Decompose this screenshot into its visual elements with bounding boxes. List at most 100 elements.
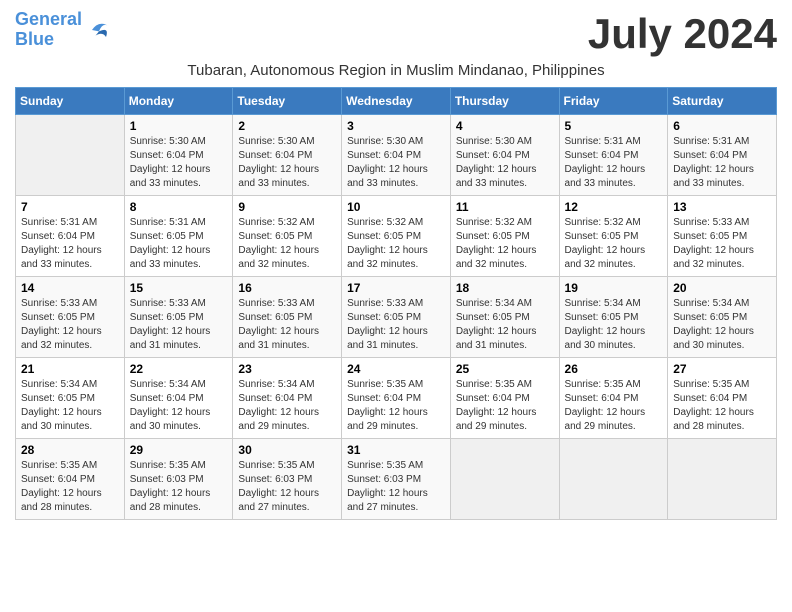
day-cell: 29 Sunrise: 5:35 AMSunset: 6:03 PMDayligh… bbox=[124, 439, 233, 520]
day-cell bbox=[450, 439, 559, 520]
day-info: Sunrise: 5:33 AMSunset: 6:05 PMDaylight:… bbox=[130, 297, 228, 353]
day-info: Sunrise: 5:35 AMSunset: 6:04 PMDaylight:… bbox=[347, 378, 445, 434]
day-cell bbox=[559, 439, 668, 520]
logo-icon bbox=[85, 16, 113, 44]
day-cell: 28 Sunrise: 5:35 AMSunset: 6:04 PMDayligh… bbox=[16, 439, 125, 520]
day-info: Sunrise: 5:34 AMSunset: 6:05 PMDaylight:… bbox=[673, 297, 771, 353]
day-info: Sunrise: 5:33 AMSunset: 6:05 PMDaylight:… bbox=[347, 297, 445, 353]
day-cell: 5Sunrise: 5:31 AMSunset: 6:04 PMDaylight… bbox=[559, 115, 668, 196]
day-number: 13 bbox=[673, 200, 771, 214]
day-cell: 6 Sunrise: 5:31 AMSunset: 6:04 PMDaylight… bbox=[668, 115, 777, 196]
day-cell: 18 Sunrise: 5:34 AMSunset: 6:05 PMDayligh… bbox=[450, 277, 559, 358]
header-cell-thursday: Thursday bbox=[450, 88, 559, 115]
day-info: Sunrise: 5:31 AMSunset: 6:04 PMDaylight:… bbox=[21, 216, 119, 272]
day-info: Sunrise: 5:33 AMSunset: 6:05 PMDaylight:… bbox=[673, 216, 771, 272]
day-info: Sunrise: 5:35 AMSunset: 6:04 PMDaylight:… bbox=[456, 378, 554, 434]
day-number: 19 bbox=[565, 281, 663, 295]
day-number: 2 bbox=[238, 119, 336, 133]
day-number: 5 bbox=[565, 119, 663, 133]
day-number: 16 bbox=[238, 281, 336, 295]
day-number: 24 bbox=[347, 362, 445, 376]
header-cell-wednesday: Wednesday bbox=[342, 88, 451, 115]
day-number: 14 bbox=[21, 281, 119, 295]
day-number: 29 bbox=[130, 443, 228, 457]
header-cell-tuesday: Tuesday bbox=[233, 88, 342, 115]
week-row-2: 7 Sunrise: 5:31 AMSunset: 6:04 PMDaylight… bbox=[16, 196, 777, 277]
day-cell: 12 Sunrise: 5:32 AMSunset: 6:05 PMDayligh… bbox=[559, 196, 668, 277]
day-number: 25 bbox=[456, 362, 554, 376]
day-number: 8 bbox=[130, 200, 228, 214]
header-cell-sunday: Sunday bbox=[16, 88, 125, 115]
day-number: 7 bbox=[21, 200, 119, 214]
day-number: 10 bbox=[347, 200, 445, 214]
day-cell: 14 Sunrise: 5:33 AMSunset: 6:05 PMDayligh… bbox=[16, 277, 125, 358]
day-info: Sunrise: 5:34 AMSunset: 6:05 PMDaylight:… bbox=[565, 297, 663, 353]
day-cell: 15Sunrise: 5:33 AMSunset: 6:05 PMDayligh… bbox=[124, 277, 233, 358]
week-row-4: 21Sunrise: 5:34 AMSunset: 6:05 PMDayligh… bbox=[16, 358, 777, 439]
day-cell: 17 Sunrise: 5:33 AMSunset: 6:05 PMDayligh… bbox=[342, 277, 451, 358]
day-info: Sunrise: 5:30 AMSunset: 6:04 PMDaylight:… bbox=[130, 135, 228, 191]
day-info: Sunrise: 5:31 AMSunset: 6:04 PMDaylight:… bbox=[673, 135, 771, 191]
day-number: 12 bbox=[565, 200, 663, 214]
day-cell: 22Sunrise: 5:34 AMSunset: 6:04 PMDayligh… bbox=[124, 358, 233, 439]
location-title: Tubaran, Autonomous Region in Muslim Min… bbox=[15, 62, 777, 79]
day-cell: 19 Sunrise: 5:34 AMSunset: 6:05 PMDayligh… bbox=[559, 277, 668, 358]
calendar-body: 1Sunrise: 5:30 AMSunset: 6:04 PMDaylight… bbox=[16, 115, 777, 520]
day-number: 30 bbox=[238, 443, 336, 457]
day-cell: 13 Sunrise: 5:33 AMSunset: 6:05 PMDayligh… bbox=[668, 196, 777, 277]
day-cell: 3 Sunrise: 5:30 AMSunset: 6:04 PMDaylight… bbox=[342, 115, 451, 196]
day-cell: 25 Sunrise: 5:35 AMSunset: 6:04 PMDayligh… bbox=[450, 358, 559, 439]
week-row-5: 28 Sunrise: 5:35 AMSunset: 6:04 PMDayligh… bbox=[16, 439, 777, 520]
day-number: 11 bbox=[456, 200, 554, 214]
day-cell: 2 Sunrise: 5:30 AMSunset: 6:04 PMDaylight… bbox=[233, 115, 342, 196]
day-info: Sunrise: 5:35 AMSunset: 6:03 PMDaylight:… bbox=[130, 459, 228, 515]
day-cell: 8Sunrise: 5:31 AMSunset: 6:05 PMDaylight… bbox=[124, 196, 233, 277]
day-number: 26 bbox=[565, 362, 663, 376]
day-number: 18 bbox=[456, 281, 554, 295]
day-cell: 24 Sunrise: 5:35 AMSunset: 6:04 PMDayligh… bbox=[342, 358, 451, 439]
day-number: 20 bbox=[673, 281, 771, 295]
day-info: Sunrise: 5:35 AMSunset: 6:04 PMDaylight:… bbox=[673, 378, 771, 434]
day-info: Sunrise: 5:35 AMSunset: 6:04 PMDaylight:… bbox=[565, 378, 663, 434]
day-info: Sunrise: 5:30 AMSunset: 6:04 PMDaylight:… bbox=[347, 135, 445, 191]
logo: General Blue bbox=[15, 10, 113, 50]
day-cell bbox=[668, 439, 777, 520]
day-number: 27 bbox=[673, 362, 771, 376]
logo-text: General Blue bbox=[15, 10, 82, 50]
day-number: 28 bbox=[21, 443, 119, 457]
day-cell: 1Sunrise: 5:30 AMSunset: 6:04 PMDaylight… bbox=[124, 115, 233, 196]
day-info: Sunrise: 5:32 AMSunset: 6:05 PMDaylight:… bbox=[238, 216, 336, 272]
day-info: Sunrise: 5:33 AMSunset: 6:05 PMDaylight:… bbox=[238, 297, 336, 353]
day-cell: 4Sunrise: 5:30 AMSunset: 6:04 PMDaylight… bbox=[450, 115, 559, 196]
logo-general: General bbox=[15, 9, 82, 29]
day-number: 9 bbox=[238, 200, 336, 214]
header-cell-friday: Friday bbox=[559, 88, 668, 115]
day-cell: 30Sunrise: 5:35 AMSunset: 6:03 PMDayligh… bbox=[233, 439, 342, 520]
day-number: 6 bbox=[673, 119, 771, 133]
day-info: Sunrise: 5:32 AMSunset: 6:05 PMDaylight:… bbox=[565, 216, 663, 272]
week-row-3: 14 Sunrise: 5:33 AMSunset: 6:05 PMDayligh… bbox=[16, 277, 777, 358]
header-cell-monday: Monday bbox=[124, 88, 233, 115]
day-number: 21 bbox=[21, 362, 119, 376]
day-info: Sunrise: 5:30 AMSunset: 6:04 PMDaylight:… bbox=[238, 135, 336, 191]
day-cell bbox=[16, 115, 125, 196]
day-cell: 16 Sunrise: 5:33 AMSunset: 6:05 PMDayligh… bbox=[233, 277, 342, 358]
day-cell: 23Sunrise: 5:34 AMSunset: 6:04 PMDayligh… bbox=[233, 358, 342, 439]
day-info: Sunrise: 5:35 AMSunset: 6:04 PMDaylight:… bbox=[21, 459, 119, 515]
day-info: Sunrise: 5:33 AMSunset: 6:05 PMDaylight:… bbox=[21, 297, 119, 353]
day-number: 23 bbox=[238, 362, 336, 376]
day-info: Sunrise: 5:34 AMSunset: 6:05 PMDaylight:… bbox=[456, 297, 554, 353]
calendar-header: SundayMondayTuesdayWednesdayThursdayFrid… bbox=[16, 88, 777, 115]
day-cell: 11Sunrise: 5:32 AMSunset: 6:05 PMDayligh… bbox=[450, 196, 559, 277]
calendar-table: SundayMondayTuesdayWednesdayThursdayFrid… bbox=[15, 87, 777, 520]
day-info: Sunrise: 5:34 AMSunset: 6:04 PMDaylight:… bbox=[130, 378, 228, 434]
header-row: SundayMondayTuesdayWednesdayThursdayFrid… bbox=[16, 88, 777, 115]
day-number: 31 bbox=[347, 443, 445, 457]
page-header: General Blue July 2024 bbox=[15, 10, 777, 58]
day-number: 3 bbox=[347, 119, 445, 133]
day-cell: 26 Sunrise: 5:35 AMSunset: 6:04 PMDayligh… bbox=[559, 358, 668, 439]
logo-blue: Blue bbox=[15, 29, 54, 49]
day-number: 17 bbox=[347, 281, 445, 295]
day-info: Sunrise: 5:30 AMSunset: 6:04 PMDaylight:… bbox=[456, 135, 554, 191]
day-info: Sunrise: 5:32 AMSunset: 6:05 PMDaylight:… bbox=[347, 216, 445, 272]
